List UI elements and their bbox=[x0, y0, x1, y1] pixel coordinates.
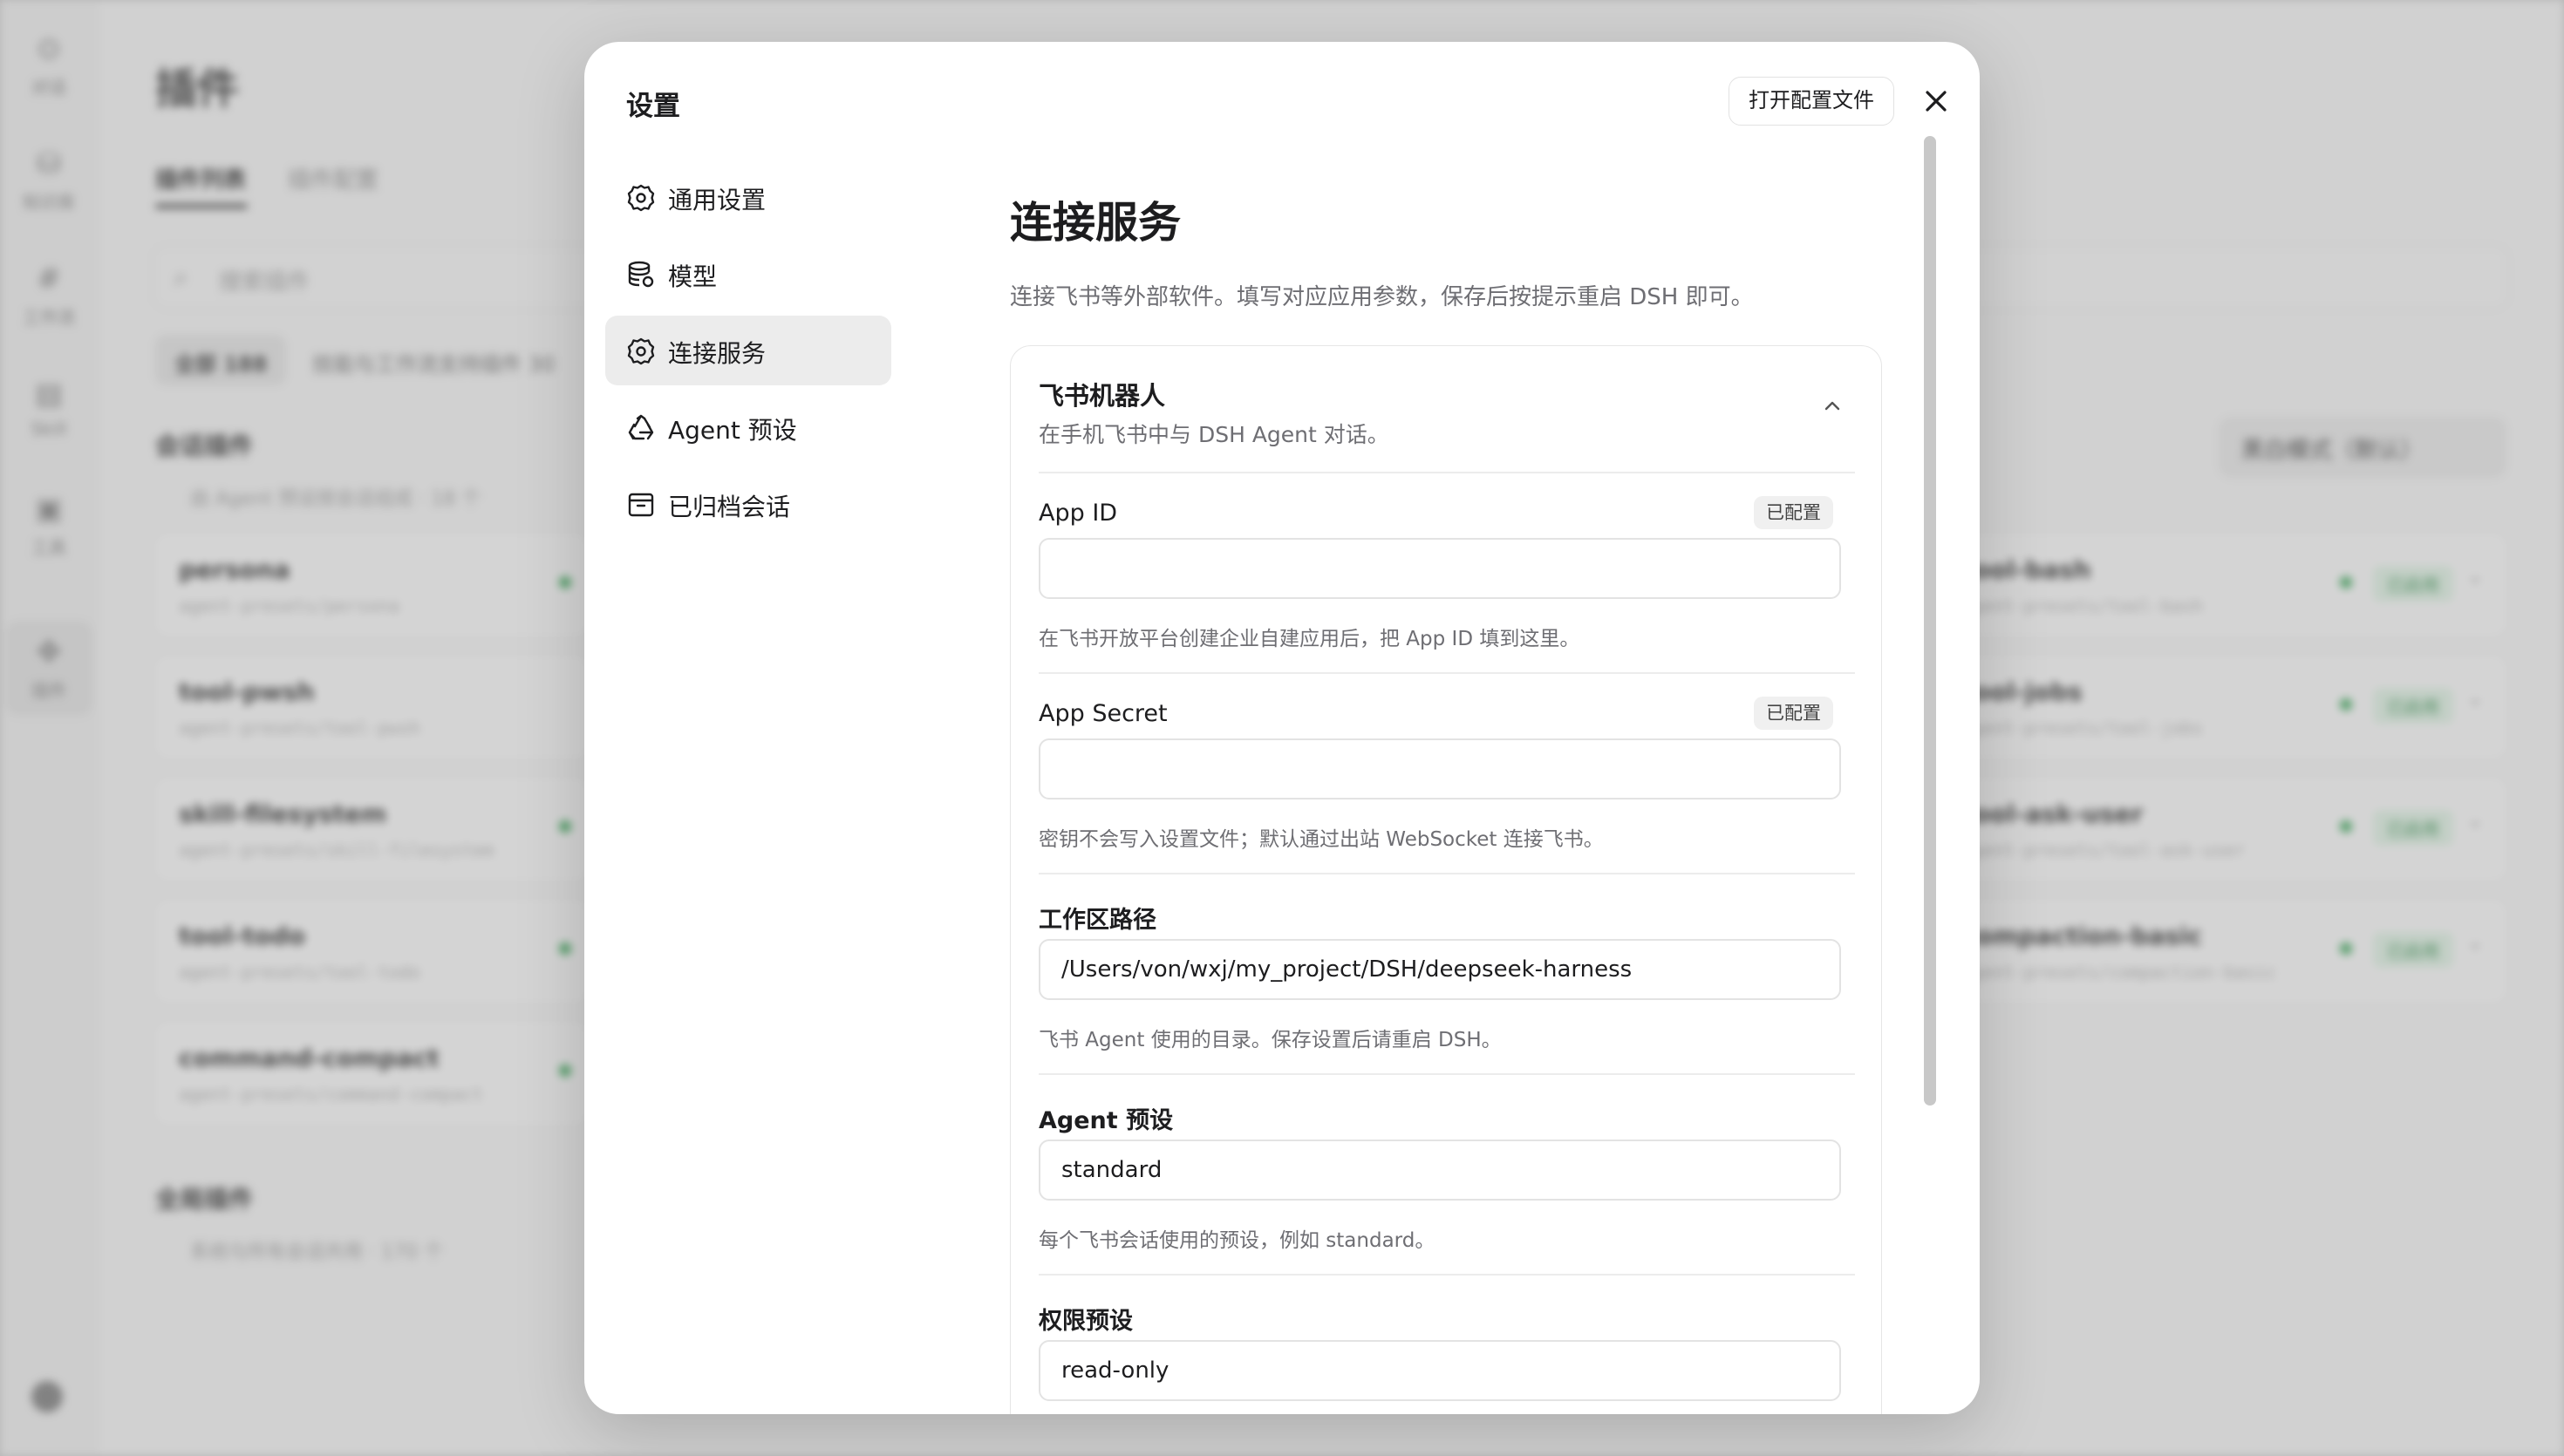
scrollbar[interactable] bbox=[1924, 136, 1936, 1106]
workspace-path-help: 飞书 Agent 使用的目录。保存设置后请重启 DSH。 bbox=[1039, 1029, 1502, 1051]
recycle-icon bbox=[628, 414, 654, 440]
workspace-path-input[interactable] bbox=[1039, 939, 1841, 1000]
page-heading: 连接服务 bbox=[1010, 198, 1182, 248]
divider bbox=[1039, 472, 1855, 473]
nav-item-connect-services[interactable]: 连接服务 bbox=[605, 316, 891, 385]
workspace-path-label: 工作区路径 bbox=[1039, 907, 1156, 934]
page-description: 连接飞书等外部软件。填写对应应用参数，保存后按提示重启 DSH 即可。 bbox=[1010, 284, 1754, 310]
nav-label: 已归档会话 bbox=[668, 493, 791, 521]
app-id-help: 在飞书开放平台创建企业自建应用后，把 App ID 填到这里。 bbox=[1039, 628, 1580, 650]
archive-icon bbox=[628, 493, 654, 517]
section-title: 飞书机器人 bbox=[1039, 381, 1166, 411]
nav-item-agent-presets[interactable]: Agent 预设 bbox=[605, 392, 891, 462]
configured-badge: 已配置 bbox=[1754, 697, 1833, 730]
agent-preset-help: 每个飞书会话使用的预设，例如 standard。 bbox=[1039, 1229, 1435, 1252]
nav-label: Agent 预设 bbox=[668, 416, 797, 445]
feishu-bot-section: 飞书机器人 在手机飞书中与 DSH Agent 对话。 App ID 已配置 在… bbox=[1010, 345, 1882, 1414]
permission-preset-label: 权限预设 bbox=[1039, 1308, 1133, 1335]
agent-preset-label: Agent 预设 bbox=[1039, 1107, 1174, 1134]
chevron-up-icon[interactable] bbox=[1820, 393, 1845, 418]
app-id-label: App ID bbox=[1039, 500, 1118, 527]
nav-label: 通用设置 bbox=[668, 186, 767, 214]
permission-preset-input[interactable] bbox=[1039, 1340, 1841, 1401]
divider bbox=[1039, 672, 1855, 674]
settings-content: 连接服务 连接飞书等外部软件。填写对应应用参数，保存后按提示重启 DSH 即可。… bbox=[1010, 42, 1969, 1414]
app-secret-help: 密钥不会写入设置文件；默认通过出站 WebSocket 连接飞书。 bbox=[1039, 828, 1604, 851]
nav-label: 模型 bbox=[668, 262, 718, 291]
app-id-input[interactable] bbox=[1039, 538, 1841, 599]
app-secret-input[interactable] bbox=[1039, 738, 1841, 799]
divider bbox=[1039, 1073, 1855, 1075]
gear-icon bbox=[627, 337, 655, 365]
modal-title: 设置 bbox=[626, 91, 680, 122]
gear-icon bbox=[627, 184, 655, 212]
nav-item-archived-chats[interactable]: 已归档会话 bbox=[605, 469, 891, 539]
divider bbox=[1039, 873, 1855, 874]
section-subtitle: 在手机飞书中与 DSH Agent 对话。 bbox=[1039, 422, 1389, 447]
app-secret-label: App Secret bbox=[1039, 700, 1168, 727]
nav-item-models[interactable]: 模型 bbox=[605, 239, 891, 309]
nav-label: 连接服务 bbox=[668, 339, 767, 368]
configured-badge: 已配置 bbox=[1754, 496, 1833, 529]
agent-preset-input[interactable] bbox=[1039, 1140, 1841, 1201]
divider bbox=[1039, 1274, 1855, 1276]
settings-modal: 设置 打开配置文件 通用设置 模型 连接服务 Agent 预设 已归档会话 连接… bbox=[584, 42, 1980, 1414]
database-gear-icon bbox=[628, 261, 654, 288]
nav-item-general[interactable]: 通用设置 bbox=[605, 162, 891, 232]
